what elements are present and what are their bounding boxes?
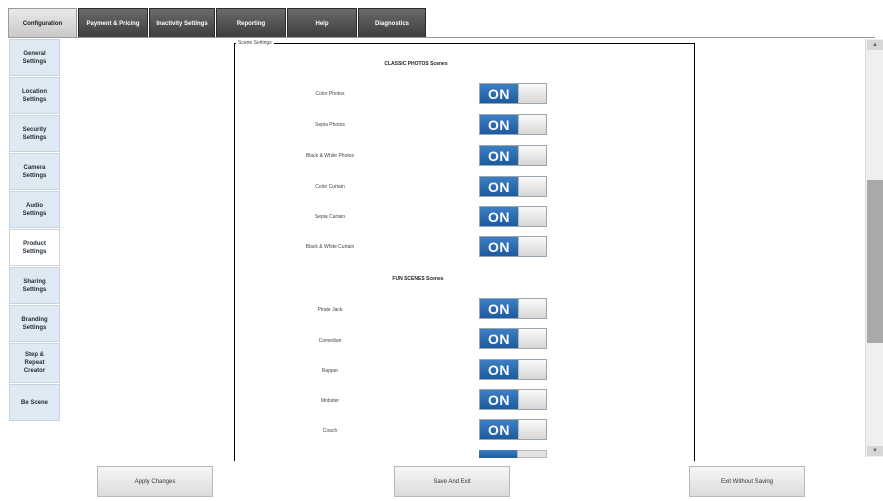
scroll-thumb[interactable]	[867, 180, 883, 343]
scene-toggle-mobster[interactable]: ON	[479, 389, 547, 410]
toggle-state: ON	[480, 115, 518, 134]
toggle-state: ON	[480, 237, 518, 256]
vertical-scrollbar[interactable]: ▲ ▼	[865, 39, 883, 457]
scene-toggle-rapper[interactable]: ON	[479, 359, 547, 380]
sidebar-item-camera-settings[interactable]: Camera Settings	[9, 153, 60, 190]
sidebar-item-label: General Settings	[22, 50, 47, 65]
app-window: Configuration Payment & Pricing Inactivi…	[0, 0, 883, 501]
scene-toggle-color-curtain[interactable]: ON	[479, 176, 547, 197]
tab-inactivity-settings[interactable]: Inactivity Settings	[149, 8, 215, 38]
toggle-state: ON	[480, 390, 518, 409]
sidebar-item-label: Step & Repeat Creator	[23, 352, 46, 374]
sidebar-item-sharing-settings[interactable]: Sharing Settings	[9, 267, 60, 304]
scene-label: Color Curtain	[315, 184, 345, 190]
scene-toggle-sepia-curtain[interactable]: ON	[479, 206, 547, 227]
toggle-knob	[518, 115, 546, 134]
toggle-state: ON	[480, 146, 518, 165]
scene-label: Black & White Curtain	[305, 244, 355, 250]
panel-legend: Scene Settings	[236, 40, 274, 46]
tab-payment-pricing[interactable]: Payment & Pricing	[78, 8, 148, 38]
scene-toggle-pirate-jack[interactable]: ON	[479, 298, 547, 319]
sidebar-item-audio-settings[interactable]: Audio Settings	[9, 191, 60, 228]
scene-toggle-partial	[479, 450, 547, 458]
section-title-classic-photos: CLASSIC PHOTOS Scenes	[384, 61, 448, 67]
scroll-up-icon[interactable]: ▲	[867, 40, 883, 50]
toggle-state: ON	[480, 420, 518, 439]
toggle-knob	[518, 329, 546, 348]
scene-toggle-color-photos[interactable]: ON	[479, 83, 547, 104]
toggle-knob	[518, 177, 546, 196]
sidebar-item-label: Product Settings	[22, 240, 47, 255]
sidebar-item-label: Security Settings	[22, 126, 47, 141]
toggle-state	[479, 450, 517, 458]
scene-label: Comedian	[318, 338, 342, 344]
scene-label: Sepia Photos	[315, 122, 345, 128]
toggle-knob	[518, 84, 546, 103]
scene-toggle-comedian[interactable]: ON	[479, 328, 547, 349]
sidebar-item-security-settings[interactable]: Security Settings	[9, 115, 60, 152]
tab-divider	[8, 37, 875, 38]
sidebar-item-branding-settings[interactable]: Branding Settings	[9, 305, 60, 342]
scene-toggle-sepia-photos[interactable]: ON	[479, 114, 547, 135]
scene-label: Color Photos	[315, 91, 345, 97]
sidebar-item-label: Location Settings	[22, 88, 47, 103]
scroll-down-icon[interactable]: ▼	[867, 446, 883, 456]
scene-label: Rapper	[321, 368, 339, 374]
sidebar-item-label: Branding Settings	[21, 316, 48, 331]
toggle-state: ON	[480, 177, 518, 196]
toggle-knob	[517, 450, 547, 458]
scene-toggle-bw-curtain[interactable]: ON	[479, 236, 547, 257]
sidebar-item-location-settings[interactable]: Location Settings	[9, 77, 60, 114]
tab-configuration[interactable]: Configuration	[8, 8, 77, 38]
scene-toggle-bw-photos[interactable]: ON	[479, 145, 547, 166]
scene-label: Coach	[322, 428, 338, 434]
toggle-state: ON	[480, 329, 518, 348]
toggle-state: ON	[480, 84, 518, 103]
sidebar-item-label: Camera Settings	[22, 164, 47, 179]
scene-label: Sepia Curtain	[314, 214, 346, 220]
tab-diagnostics[interactable]: Diagnostics	[358, 8, 426, 38]
toggle-state: ON	[480, 360, 518, 379]
sidebar-item-label: Be Scene	[20, 399, 48, 406]
tab-reporting[interactable]: Reporting	[216, 8, 286, 38]
tab-help[interactable]: Help	[287, 8, 357, 38]
toggle-state: ON	[480, 207, 518, 226]
apply-changes-button[interactable]: Apply Changes	[97, 466, 213, 497]
toggle-state: ON	[480, 299, 518, 318]
toggle-knob	[518, 237, 546, 256]
toggle-knob	[518, 420, 546, 439]
toggle-knob	[518, 360, 546, 379]
sidebar-item-be-scene[interactable]: Be Scene	[9, 384, 60, 421]
scene-label: Black & White Photos	[305, 153, 355, 159]
scene-toggle-coach[interactable]: ON	[479, 419, 547, 440]
toggle-knob	[518, 390, 546, 409]
sidebar-item-product-settings[interactable]: Product Settings	[9, 229, 60, 266]
sidebar-item-step-repeat-creator[interactable]: Step & Repeat Creator	[9, 343, 60, 383]
scene-label: Pirate Jack	[317, 307, 343, 313]
main-tabs: Configuration Payment & Pricing Inactivi…	[8, 8, 426, 38]
scene-label: Mobster	[320, 398, 340, 404]
sidebar-item-label: Sharing Settings	[22, 278, 47, 293]
section-title-fun-scenes: FUN SCENES Scenes	[392, 276, 444, 282]
toggle-knob	[518, 207, 546, 226]
exit-without-saving-button[interactable]: Exit Without Saving	[689, 466, 805, 497]
save-and-exit-button[interactable]: Save And Exit	[394, 466, 510, 497]
toggle-knob	[518, 299, 546, 318]
toggle-knob	[518, 146, 546, 165]
sidebar-item-general-settings[interactable]: General Settings	[9, 39, 60, 76]
sidebar-item-label: Audio Settings	[22, 202, 47, 217]
